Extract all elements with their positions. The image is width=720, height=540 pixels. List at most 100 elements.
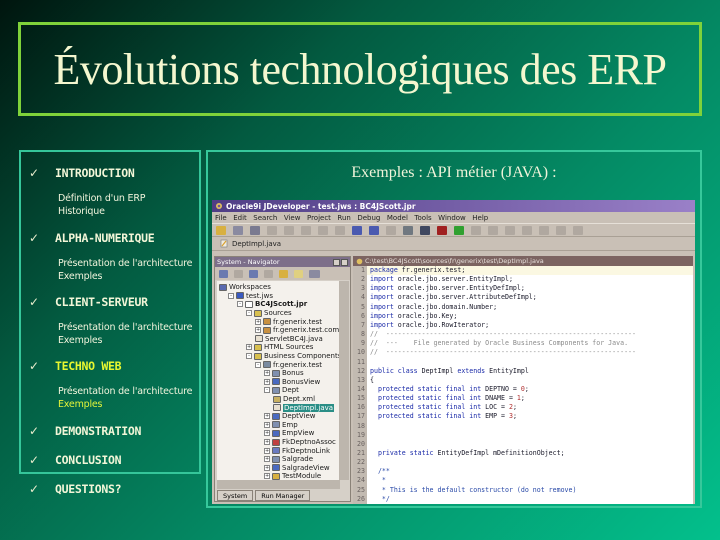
tree-node[interactable]: + EmpView bbox=[264, 429, 314, 438]
ide-menu-search[interactable]: Search bbox=[253, 214, 277, 222]
tree-node[interactable]: ServletBC4J.java bbox=[255, 335, 323, 344]
toolbar-button-icon[interactable] bbox=[267, 225, 277, 235]
toolbar-button-icon[interactable] bbox=[386, 225, 396, 235]
collapse-icon[interactable]: - bbox=[246, 353, 252, 360]
tree-node[interactable]: + TestModule bbox=[264, 472, 321, 480]
expand-icon[interactable]: + bbox=[246, 344, 252, 351]
ide-menu-file[interactable]: File bbox=[215, 214, 227, 222]
tree-node[interactable]: - BC4JScott.jpr bbox=[237, 300, 307, 309]
tree-node[interactable]: DeptImpl.java bbox=[273, 403, 335, 412]
code-area[interactable]: 1 package fr.generix.test; 2 import oracle.… bbox=[357, 266, 693, 504]
navigator-tab-system[interactable]: System bbox=[217, 490, 254, 501]
collapse-icon[interactable]: - bbox=[264, 387, 270, 394]
ide-menu-help[interactable]: Help bbox=[472, 214, 488, 222]
tree-node[interactable]: + Salgrade bbox=[264, 455, 313, 464]
tree-node[interactable]: + fr.generix.test.common bbox=[255, 326, 340, 335]
toolbar-button-icon[interactable] bbox=[420, 225, 430, 235]
toolbar-button-icon[interactable] bbox=[216, 225, 226, 235]
new-project-icon[interactable] bbox=[249, 269, 258, 278]
expand-icon[interactable]: + bbox=[264, 456, 270, 463]
tree-node[interactable]: - Dept bbox=[264, 386, 299, 395]
toolbar-button-icon[interactable] bbox=[318, 225, 328, 235]
open-icon[interactable] bbox=[234, 269, 243, 278]
tree-node[interactable]: - Sources bbox=[246, 309, 292, 318]
toolbar-button-icon[interactable] bbox=[471, 225, 481, 235]
toolbar-button-icon[interactable] bbox=[250, 225, 260, 235]
agenda-subitem[interactable]: Présentation de l'architecture bbox=[58, 322, 193, 335]
ide-menu-project[interactable]: Project bbox=[307, 214, 331, 222]
expand-icon[interactable]: + bbox=[264, 473, 270, 480]
toolbar-button-icon[interactable] bbox=[233, 225, 243, 235]
agenda-subitem[interactable]: Présentation de l'architecture bbox=[58, 386, 193, 399]
toolbar-button-icon[interactable] bbox=[403, 225, 413, 235]
agenda-subitem[interactable]: Définition d'un ERP bbox=[58, 193, 145, 206]
toolbar-button-icon[interactable] bbox=[488, 225, 498, 235]
remove-icon[interactable] bbox=[264, 269, 273, 278]
expand-icon[interactable]: + bbox=[264, 447, 270, 454]
expand-icon[interactable]: + bbox=[264, 421, 270, 428]
tree-node[interactable]: - test.jws bbox=[228, 292, 273, 301]
toolbar-button-icon[interactable] bbox=[369, 225, 379, 235]
code-text: private static EntityDefImpl mDefinition… bbox=[377, 449, 565, 457]
ide-open-file-tab[interactable]: DeptImpl.java bbox=[212, 237, 695, 251]
expand-icon[interactable]: + bbox=[264, 430, 270, 437]
refresh-icon[interactable] bbox=[279, 269, 288, 278]
tree-node[interactable]: - fr.generix.test bbox=[255, 360, 322, 369]
navigator-horizontal-scrollbar[interactable] bbox=[217, 480, 340, 489]
tree-node[interactable]: Dept.xml bbox=[273, 395, 315, 404]
agenda-subitem[interactable]: Présentation de l'architecture bbox=[58, 258, 193, 271]
expand-icon[interactable]: + bbox=[264, 370, 270, 377]
agenda-subitem[interactable]: Exemples bbox=[58, 335, 192, 348]
ide-menu-run[interactable]: Run bbox=[337, 214, 350, 222]
toolbar-button-icon[interactable] bbox=[522, 225, 532, 235]
ide-menu-debug[interactable]: Debug bbox=[357, 214, 380, 222]
tree-node[interactable]: + Emp bbox=[264, 421, 298, 430]
tree-node[interactable]: + DeptView bbox=[264, 412, 316, 421]
navigator-vertical-scrollbar[interactable] bbox=[339, 281, 349, 480]
collapse-icon[interactable]: - bbox=[228, 292, 234, 299]
agenda-subitem[interactable]: Historique bbox=[58, 206, 145, 219]
tree-node[interactable]: + FkDeptnoLink bbox=[264, 446, 330, 455]
close-icon[interactable] bbox=[341, 258, 348, 266]
toolbar-button-icon[interactable] bbox=[454, 225, 464, 235]
agenda-subitem[interactable]: Exemples bbox=[58, 399, 192, 412]
toolbar-button-icon[interactable] bbox=[437, 225, 447, 235]
toolbar-button-icon[interactable] bbox=[335, 225, 345, 235]
tree-node[interactable]: + SalgradeView bbox=[264, 464, 330, 473]
expand-icon[interactable]: + bbox=[264, 464, 270, 471]
toolbar-button-icon[interactable] bbox=[505, 225, 515, 235]
expand-icon[interactable]: + bbox=[255, 318, 261, 325]
toolbar-button-icon[interactable] bbox=[573, 225, 583, 235]
agenda-subitem[interactable]: Exemples bbox=[58, 271, 192, 284]
collapse-icon[interactable]: - bbox=[255, 361, 261, 368]
expand-icon[interactable]: + bbox=[264, 439, 270, 446]
expand-icon[interactable]: + bbox=[255, 327, 261, 334]
expand-icon[interactable]: + bbox=[264, 378, 270, 385]
code-line: 17 protected static final int EMP = 3; bbox=[357, 412, 693, 421]
ide-menu-window[interactable]: Window bbox=[438, 214, 466, 222]
new-workspace-icon[interactable] bbox=[219, 269, 228, 278]
pin-icon[interactable] bbox=[333, 258, 340, 266]
sort-dropdown-icon[interactable] bbox=[309, 269, 320, 278]
list-view-icon[interactable] bbox=[294, 269, 303, 278]
tree-node[interactable]: + HTML Sources bbox=[246, 343, 313, 352]
tree-node[interactable]: + fr.generix.test bbox=[255, 317, 322, 326]
expand-icon[interactable]: + bbox=[264, 413, 270, 420]
ide-menu-edit[interactable]: Edit bbox=[233, 214, 247, 222]
tree-node[interactable]: + FkDeptnoAssoc bbox=[264, 438, 336, 447]
toolbar-button-icon[interactable] bbox=[352, 225, 362, 235]
tree-node[interactable]: + Bonus bbox=[264, 369, 304, 378]
ide-menu-model[interactable]: Model bbox=[387, 214, 408, 222]
toolbar-button-icon[interactable] bbox=[301, 225, 311, 235]
toolbar-button-icon[interactable] bbox=[539, 225, 549, 235]
tree-node[interactable]: Workspaces bbox=[219, 283, 271, 292]
tree-node[interactable]: - Business Components bbox=[246, 352, 340, 361]
toolbar-button-icon[interactable] bbox=[284, 225, 294, 235]
toolbar-button-icon[interactable] bbox=[556, 225, 566, 235]
collapse-icon[interactable]: - bbox=[237, 301, 243, 308]
ide-menu-view[interactable]: View bbox=[284, 214, 301, 222]
collapse-icon[interactable]: - bbox=[246, 310, 252, 317]
ide-menu-tools[interactable]: Tools bbox=[414, 214, 431, 222]
tree-node[interactable]: + BonusView bbox=[264, 378, 320, 387]
navigator-tab-run-manager[interactable]: Run Manager bbox=[255, 490, 311, 501]
